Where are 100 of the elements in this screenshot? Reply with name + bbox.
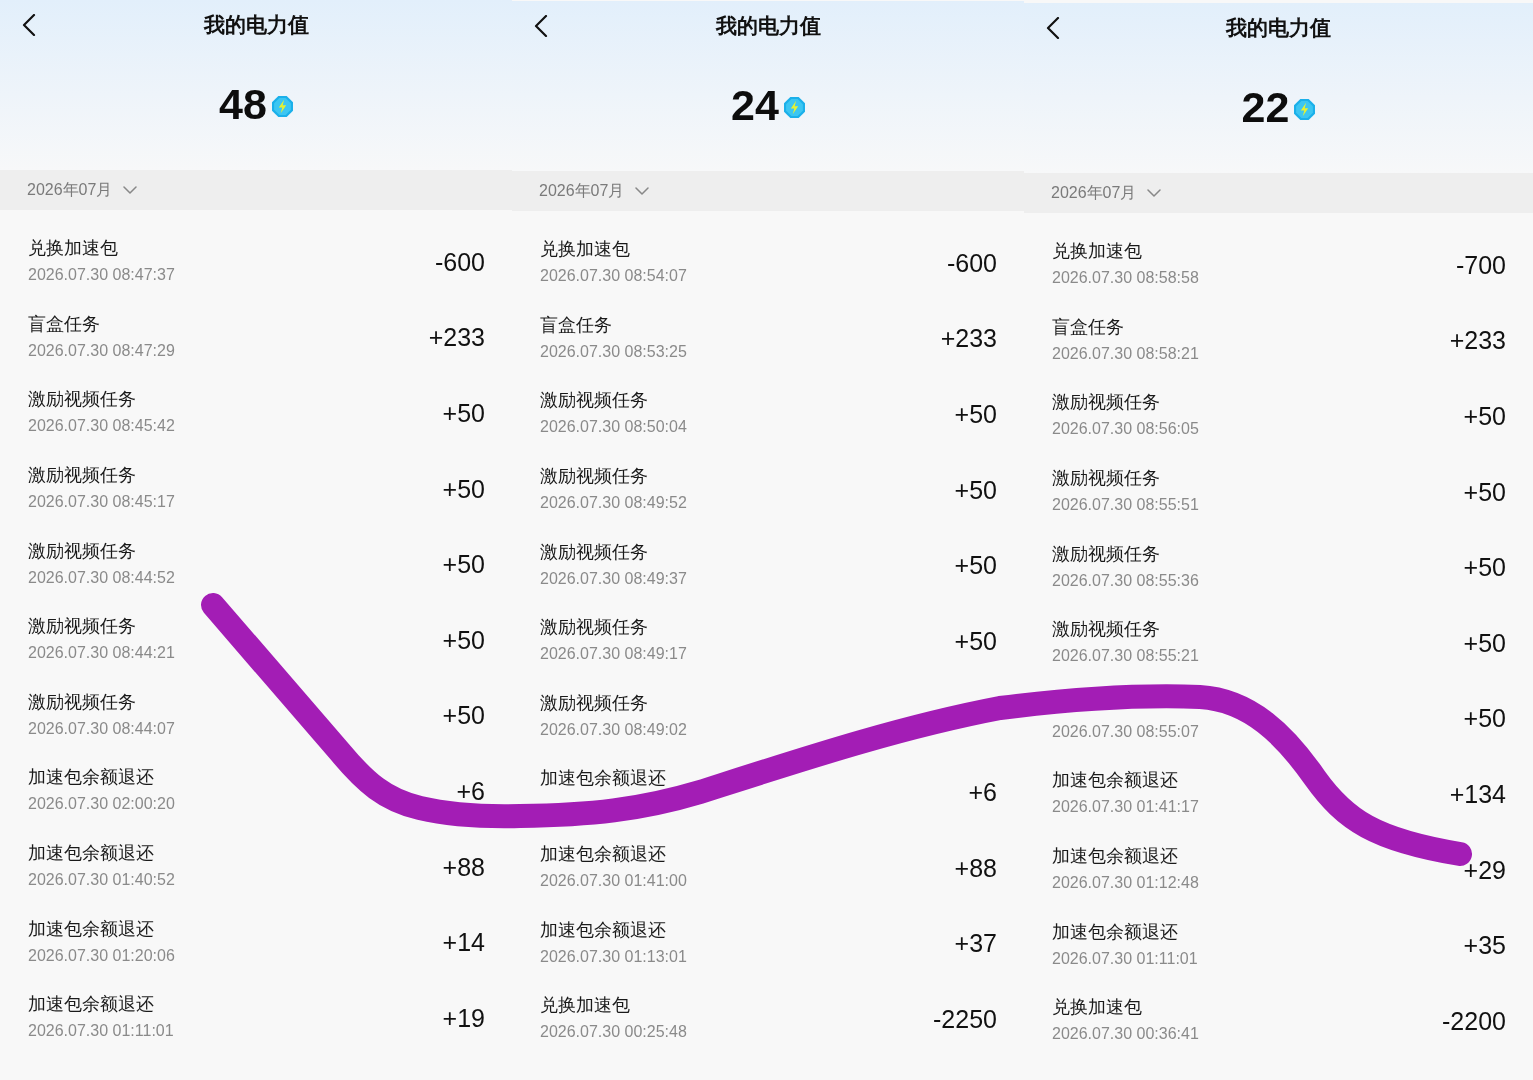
record-time: 2026.07.30 08:55:51 bbox=[1052, 495, 1199, 516]
record-amount: +50 bbox=[442, 398, 485, 428]
page-title: 我的电力值 bbox=[715, 13, 821, 39]
record-time: 2026.07.30 08:58:21 bbox=[1052, 343, 1199, 364]
record-title: 盲盒任务 bbox=[28, 312, 100, 336]
balance-value: 22 bbox=[1241, 83, 1290, 131]
record-time: 2026.07.30 08:44:52 bbox=[28, 567, 175, 588]
record-amount: +50 bbox=[954, 399, 997, 429]
record-time: 2026.07.30 00:36:41 bbox=[1052, 1024, 1199, 1045]
page-title: 我的电力值 bbox=[203, 12, 309, 38]
month-selector[interactable]: 2026年07月 bbox=[539, 180, 650, 202]
record-title: 加速包余额退还 bbox=[540, 843, 666, 867]
chevron-down-icon bbox=[635, 187, 650, 195]
record-time: 2026.07.30 02:00:20 bbox=[28, 794, 175, 815]
record-title: 激励视频任务 bbox=[1052, 391, 1160, 415]
record-amount: +50 bbox=[1463, 552, 1506, 583]
record-amount: +88 bbox=[954, 852, 997, 883]
record-title: 激励视频任务 bbox=[28, 539, 136, 563]
record-time: 2026.07.30 01:41:00 bbox=[540, 871, 687, 892]
record-title: 兑换加速包 bbox=[540, 238, 630, 262]
record-time: 2026.07.30 08:49:17 bbox=[540, 644, 687, 665]
back-icon[interactable] bbox=[534, 15, 548, 37]
record-time: 2026.07.30 08:55:07 bbox=[1052, 721, 1199, 742]
record-time: 2026.07.30 01:11:01 bbox=[28, 1021, 174, 1042]
record-amount: +50 bbox=[1463, 401, 1506, 431]
record-amount: +233 bbox=[940, 323, 997, 354]
record-title: 兑换加速包 bbox=[1052, 240, 1142, 264]
balance-value: 24 bbox=[731, 81, 779, 129]
record-title: 盲盒任务 bbox=[540, 313, 612, 337]
record-amount: -700 bbox=[1455, 249, 1506, 280]
record-title: 兑换加速包 bbox=[540, 994, 630, 1018]
record-time: 2026.07.30 01:20:06 bbox=[28, 945, 175, 966]
record-time: 2026.07.30 08:50:04 bbox=[540, 417, 687, 438]
month-selector[interactable]: 2026年07月 bbox=[1051, 182, 1162, 204]
lightning-coin-icon bbox=[783, 96, 805, 118]
record-amount: -2200 bbox=[1442, 1005, 1506, 1036]
record-title: 加速包余额退还 bbox=[28, 842, 154, 866]
record-time: 2026.07.30 08:45:17 bbox=[28, 492, 175, 513]
record-amount: +29 bbox=[1463, 854, 1506, 885]
record-time: 2026.07.30 01:41:17 bbox=[1052, 797, 1199, 818]
chevron-down-icon bbox=[123, 186, 138, 194]
record-time: 2026.07.30 08:47:29 bbox=[28, 340, 175, 361]
record-amount: +35 bbox=[1463, 930, 1506, 961]
record-title: 激励视频任务 bbox=[540, 691, 648, 715]
record-title: 加速包余额退还 bbox=[1052, 769, 1178, 793]
record-amount: +6 bbox=[968, 776, 997, 807]
record-time: 2026.07.30 08:49:02 bbox=[540, 719, 687, 740]
record-amount: +37 bbox=[954, 928, 997, 959]
record-amount: +233 bbox=[428, 322, 485, 353]
lightning-coin-icon bbox=[1294, 98, 1316, 120]
record-time: 2026.07.30 08:55:36 bbox=[1052, 570, 1199, 591]
record-time: 2026.07.30 08:49:37 bbox=[540, 568, 687, 589]
record-title: 兑换加速包 bbox=[28, 237, 118, 261]
record-amount: +50 bbox=[442, 473, 485, 504]
record-amount: +50 bbox=[954, 625, 997, 656]
record-title: 激励视频任务 bbox=[28, 615, 136, 639]
record-time: 2026.07.30 08:45:42 bbox=[28, 416, 175, 437]
record-title: 激励视频任务 bbox=[540, 616, 648, 640]
balance-value: 48 bbox=[219, 80, 267, 128]
record-amount: +6 bbox=[456, 775, 485, 806]
record-time: 2026.07.30 01:13:01 bbox=[540, 946, 687, 967]
record-title: 加速包余额退还 bbox=[1052, 920, 1178, 944]
page-title: 我的电力值 bbox=[1226, 15, 1331, 41]
record-amount: -600 bbox=[434, 246, 485, 277]
record-amount: -600 bbox=[946, 247, 997, 278]
record-title: 加速包余额退还 bbox=[28, 766, 154, 790]
record-title: 激励视频任务 bbox=[28, 690, 136, 714]
record-amount: +19 bbox=[442, 1002, 485, 1033]
record-amount: -2250 bbox=[933, 1003, 997, 1034]
record-amount: +233 bbox=[1449, 325, 1506, 356]
record-amount: +88 bbox=[442, 851, 485, 882]
record-title: 激励视频任务 bbox=[28, 388, 136, 412]
record-title: 加速包余额退还 bbox=[540, 767, 666, 791]
record-amount: +50 bbox=[442, 700, 485, 731]
lightning-coin-icon bbox=[271, 95, 293, 117]
back-icon[interactable] bbox=[22, 14, 36, 36]
record-title: 加速包余额退还 bbox=[1052, 845, 1178, 869]
record-amount: +50 bbox=[1463, 476, 1506, 507]
record-time: 2026.07.30 01:12:48 bbox=[1052, 873, 1199, 894]
record-time: 2026.07.30 08:47:37 bbox=[28, 265, 175, 286]
record-time: 2026.07.30 08:44:21 bbox=[28, 643, 175, 664]
record-time: 2026.07.30 08:54:07 bbox=[540, 266, 687, 287]
record-time: 2026.07.30 01:40:52 bbox=[28, 870, 175, 891]
record-amount: +50 bbox=[954, 474, 997, 505]
record-time: 2026.07.30 08:53:25 bbox=[540, 341, 687, 362]
record-time: 2026.07.30 01:11:01 bbox=[1052, 948, 1198, 969]
record-amount: +134 bbox=[1449, 778, 1506, 809]
record-time: 2026.07.30 08:49:52 bbox=[540, 493, 687, 514]
record-time: 2026.07.30 08:56:05 bbox=[1052, 419, 1199, 440]
back-icon[interactable] bbox=[1046, 17, 1060, 39]
record-title: 激励视频任务 bbox=[1052, 618, 1160, 642]
record-amount: +14 bbox=[442, 927, 485, 958]
month-selector[interactable]: 2026年07月 bbox=[27, 179, 138, 201]
record-title: 激励视频任务 bbox=[540, 540, 648, 564]
record-time: 2026.07.30 00:25:48 bbox=[540, 1022, 687, 1043]
chevron-down-icon bbox=[1147, 189, 1162, 197]
record-amount: +50 bbox=[1463, 627, 1506, 658]
record-time: 2026.07.30 08:55:21 bbox=[1052, 646, 1199, 667]
record-title: 加速包余额退还 bbox=[28, 917, 154, 941]
record-amount: +50 bbox=[442, 624, 485, 655]
